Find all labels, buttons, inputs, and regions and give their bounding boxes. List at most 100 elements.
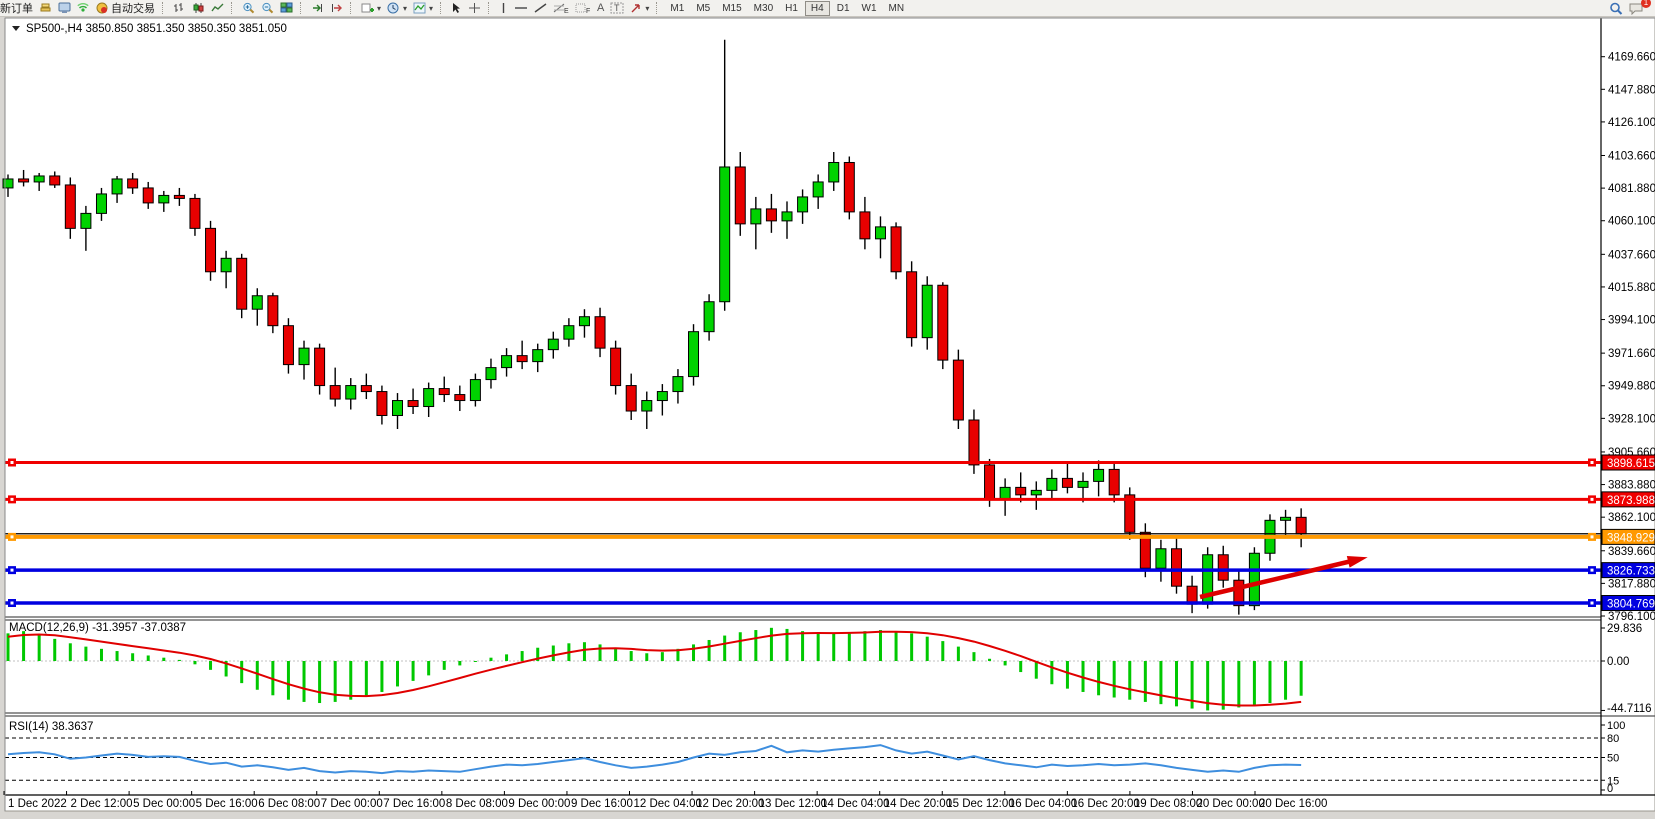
candle (938, 285, 948, 360)
toolbar-separator (656, 2, 662, 14)
macd-bar (817, 632, 820, 661)
macd-bar (1144, 661, 1147, 702)
macd-bar (770, 628, 773, 661)
candle (1296, 517, 1306, 533)
fibonacci-icon[interactable]: E (550, 1, 572, 15)
macd-bar (1237, 661, 1240, 707)
macd-bar (69, 643, 72, 661)
tab-timeframe-D1[interactable]: D1 (832, 2, 855, 15)
cursor-icon[interactable] (448, 1, 465, 15)
macd-bar (1097, 661, 1100, 695)
tab-timeframe-H1[interactable]: H1 (780, 2, 803, 15)
candle (252, 296, 262, 309)
macd-bar (895, 631, 898, 661)
macd-bar (396, 661, 399, 686)
tab-timeframe-MN[interactable]: MN (884, 2, 910, 15)
chart-canvas[interactable]: SP500-,H4 3850.850 3851.350 3850.350 385… (0, 0, 1655, 819)
svg-text:3898.615: 3898.615 (1607, 458, 1655, 470)
macd-bar (1050, 661, 1053, 684)
indicators-button[interactable]: ▾ (410, 1, 436, 15)
crosshair-icon[interactable] (465, 1, 484, 15)
macd-bar (599, 644, 602, 661)
candle (626, 386, 636, 411)
macd-bar (147, 655, 150, 661)
period-button[interactable]: ▾ (384, 1, 410, 15)
text-icon[interactable]: A (594, 1, 607, 15)
svg-text:F: F (586, 8, 590, 14)
macd-bar (645, 653, 648, 661)
macd-bar (505, 654, 508, 661)
candle (579, 317, 589, 326)
arrows-icon[interactable]: ▾ (627, 1, 652, 15)
macd-bar (116, 651, 119, 661)
new-chart-button[interactable]: ▾ (358, 1, 384, 15)
label-icon[interactable]: T (607, 1, 627, 15)
auto-scroll-icon[interactable] (308, 1, 327, 15)
candle (782, 212, 792, 221)
svg-text:1 Dec 2022: 1 Dec 2022 (8, 798, 67, 810)
terminal-icon[interactable] (55, 1, 74, 15)
candle (953, 360, 963, 420)
tab-timeframe-W1[interactable]: W1 (857, 2, 882, 15)
macd-bar (630, 651, 633, 661)
candle (1031, 490, 1041, 494)
candle (190, 198, 200, 228)
tab-timeframe-M30[interactable]: M30 (749, 2, 778, 15)
svg-text:7 Dec 00:00: 7 Dec 00:00 (321, 798, 383, 810)
candlestick-icon[interactable] (189, 1, 208, 15)
candle (237, 258, 247, 309)
line-chart-icon[interactable] (208, 1, 227, 15)
macd-bar (614, 648, 617, 661)
candle (393, 401, 403, 416)
candle (969, 420, 979, 465)
svg-text:3839.660: 3839.660 (1608, 546, 1655, 558)
candle (65, 185, 75, 228)
toolbar-separator (300, 2, 306, 14)
candle (128, 179, 138, 188)
svg-text:5 Dec 00:00: 5 Dec 00:00 (133, 798, 195, 810)
svg-text:4060.100: 4060.100 (1608, 216, 1655, 228)
new-order-button[interactable]: 新订单 (0, 1, 36, 15)
timeframe-row: M1M5M15M30H1H4D1W1MN (664, 1, 910, 16)
candle (330, 386, 340, 399)
zoom-out-icon[interactable] (258, 1, 277, 15)
bar-chart-icon[interactable] (170, 1, 189, 15)
autotrade-button[interactable]: 自动交易 (93, 1, 158, 15)
macd-bar (1113, 661, 1116, 697)
gold-chart-icon[interactable] (36, 1, 55, 15)
macd-bar (287, 661, 290, 700)
signal-icon[interactable] (74, 1, 93, 15)
horizontal-line-icon[interactable] (511, 1, 531, 15)
zoom-in-icon[interactable] (239, 1, 258, 15)
tab-timeframe-M1[interactable]: M1 (665, 2, 689, 15)
svg-text:16 Dec 04:00: 16 Dec 04:00 (1009, 798, 1077, 810)
macd-bar (910, 633, 913, 661)
tab-timeframe-M15[interactable]: M15 (717, 2, 746, 15)
svg-text:50: 50 (1607, 753, 1619, 765)
svg-text:14 Dec 20:00: 14 Dec 20:00 (884, 798, 952, 810)
chart-shift-icon[interactable] (327, 1, 346, 15)
macd-bar (1035, 661, 1038, 679)
macd-bar (1175, 661, 1178, 706)
vertical-line-icon[interactable] (496, 1, 511, 15)
macd-bar (349, 661, 352, 700)
chat-icon[interactable]: 1 (1626, 1, 1647, 15)
tab-timeframe-H4[interactable]: H4 (805, 1, 830, 16)
grid-icon[interactable]: F (572, 1, 594, 15)
candle (486, 368, 496, 380)
macd-bar (131, 653, 134, 661)
macd-bar (1284, 661, 1287, 700)
trendline-icon[interactable] (531, 1, 550, 15)
macd-bar (38, 634, 41, 661)
svg-text:9 Dec 00:00: 9 Dec 00:00 (508, 798, 570, 810)
candle (299, 348, 309, 364)
search-icon[interactable] (1606, 1, 1626, 15)
candle (704, 302, 714, 332)
tile-windows-icon[interactable] (277, 1, 296, 15)
tab-timeframe-M5[interactable]: M5 (691, 2, 715, 15)
candle (268, 296, 278, 326)
svg-text:E: E (564, 8, 569, 14)
svg-text:0: 0 (1607, 783, 1613, 795)
svg-text:2 Dec 12:00: 2 Dec 12:00 (71, 798, 133, 810)
candle (315, 348, 325, 385)
